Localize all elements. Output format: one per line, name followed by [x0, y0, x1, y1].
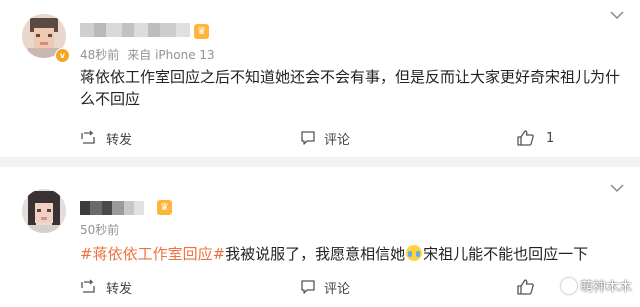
- source-device: 来自 iPhone 13: [127, 48, 215, 62]
- comment-button[interactable]: 评论: [300, 277, 350, 297]
- comment-label: 评论: [324, 281, 351, 297]
- comment-divider: [0, 157, 640, 167]
- repost-button[interactable]: 转发: [80, 128, 132, 148]
- thumbs-up-icon: [517, 130, 534, 146]
- comment-card-2: 50秒前 #蒋依依工作室回应#我被说服了，我愿意相信她 宋祖儿能不能也回应一下 转…: [0, 167, 640, 307]
- thumbs-up-icon: [517, 279, 534, 295]
- watermark-text: 萌神木木: [579, 280, 632, 295]
- comment-text: 蒋依依工作室回应之后不知道她还会不会有事，但是反而让大家更好奇宋祖儿为什么不回应: [80, 68, 621, 108]
- comment-text-part-1: 我被说服了，我愿意相信她: [225, 245, 406, 263]
- repost-icon: [81, 279, 95, 293]
- comment-card-1: v ♛ 48秒前 来自 iPhone 13 蒋依依工作室回应之后不知道她还会不会有…: [0, 0, 640, 157]
- blurred-avatar-icon: [22, 189, 66, 233]
- fan-medal-icon: ♛: [194, 24, 209, 39]
- timestamp: 50秒前: [80, 223, 120, 237]
- comment-text: #蒋依依工作室回应#我被说服了，我愿意相信她 宋祖儿能不能也回应一下: [80, 243, 620, 265]
- comment-meta: 48秒前 来自 iPhone 13: [80, 46, 215, 63]
- repost-button[interactable]: 转发: [80, 277, 132, 297]
- comment-icon: [301, 131, 315, 145]
- action-bar: 转发 评论 1: [0, 128, 640, 148]
- comment-icon: [301, 280, 315, 294]
- action-bar: 转发 评论: [0, 277, 640, 297]
- repost-label: 转发: [106, 132, 133, 148]
- crying-face-icon: [406, 245, 423, 261]
- watermark-logo-icon: [560, 277, 577, 294]
- comment-button[interactable]: 评论: [300, 128, 350, 148]
- hashtag-link[interactable]: #蒋依依工作室回应#: [80, 245, 225, 263]
- comment-text-part-2: 宋祖儿能不能也回应一下: [423, 245, 589, 263]
- like-count: 1: [546, 130, 555, 146]
- timestamp: 48秒前: [80, 48, 120, 62]
- chevron-down-icon[interactable]: [610, 183, 624, 193]
- repost-icon: [81, 130, 95, 144]
- repost-label: 转发: [106, 281, 133, 297]
- username-blurred[interactable]: [80, 200, 154, 216]
- comment-label: 评论: [324, 132, 351, 148]
- username-blurred[interactable]: [80, 22, 192, 38]
- comment-meta: 50秒前: [80, 221, 119, 238]
- like-button[interactable]: [517, 277, 542, 297]
- like-button[interactable]: 1: [517, 128, 554, 148]
- watermark: 萌神木木: [560, 276, 632, 295]
- avatar[interactable]: [22, 189, 66, 233]
- fan-medal-icon: ♛: [157, 200, 172, 215]
- chevron-down-icon[interactable]: [610, 10, 624, 20]
- verified-badge-icon: v: [55, 48, 70, 63]
